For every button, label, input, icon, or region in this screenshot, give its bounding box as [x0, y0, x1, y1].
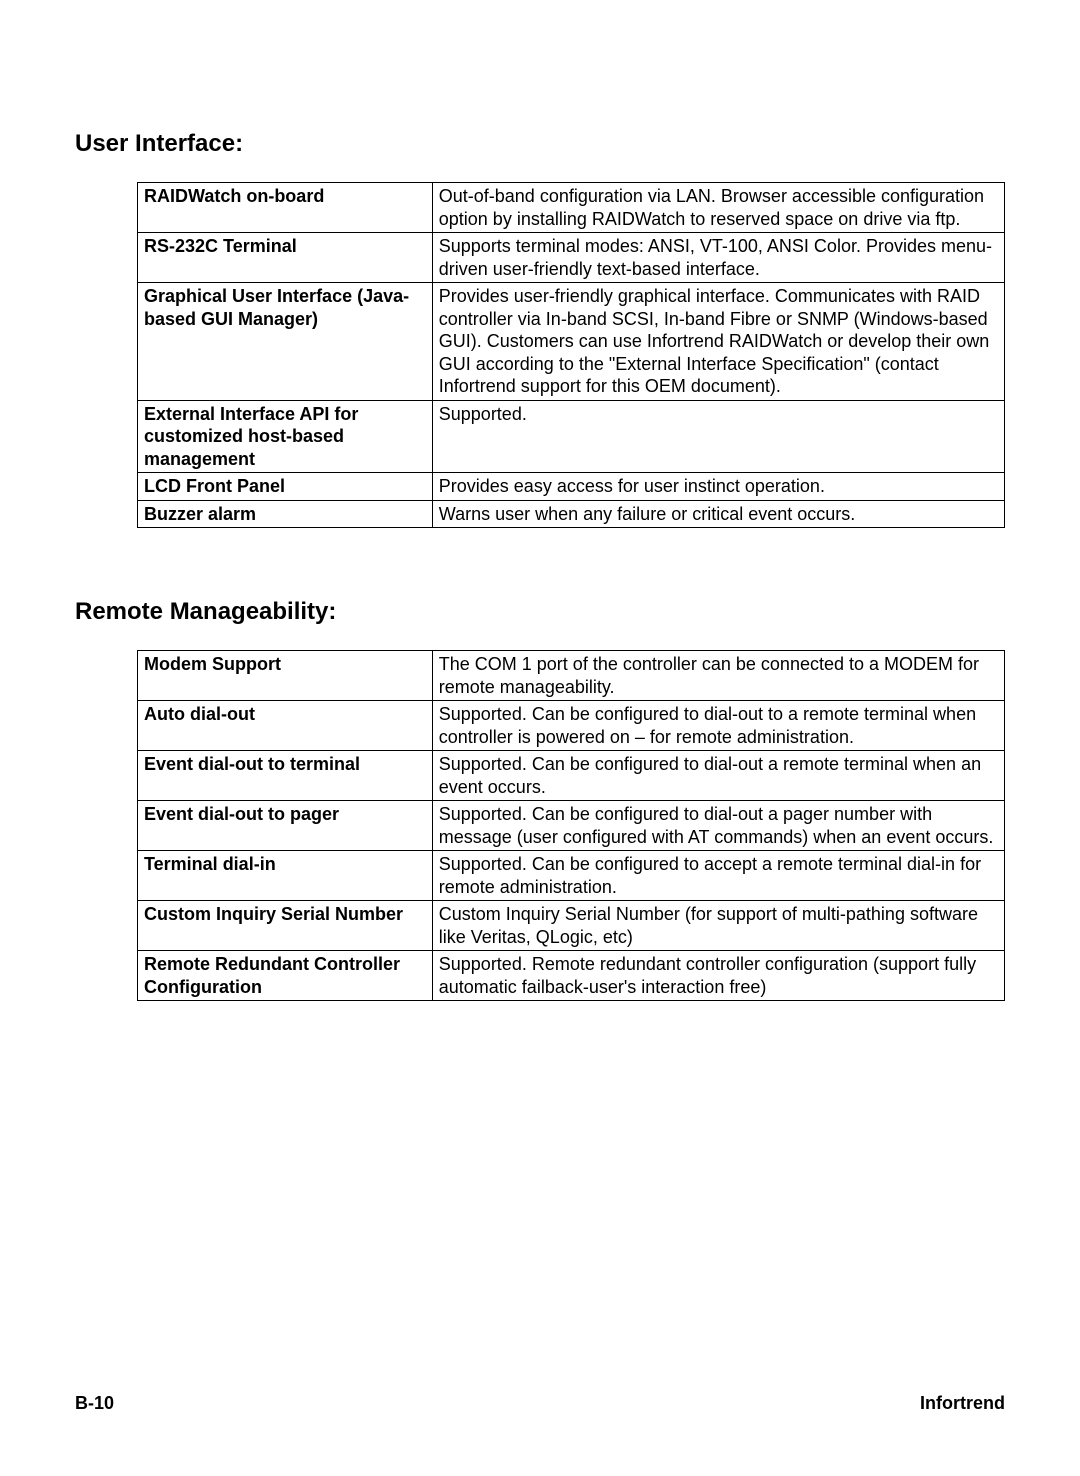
row-label: RAIDWatch on-board	[138, 183, 433, 233]
row-label: RS-232C Terminal	[138, 233, 433, 283]
user-interface-section: User Interface: RAIDWatch on-board Out-o…	[75, 130, 1005, 528]
section-heading: User Interface:	[75, 130, 1005, 158]
row-value: Supported. Can be configured to dial-out…	[432, 701, 1004, 751]
table-row: Event dial-out to pager Supported. Can b…	[138, 801, 1005, 851]
footer-brand: Infortrend	[920, 1393, 1005, 1414]
row-label: Modem Support	[138, 651, 433, 701]
row-label: External Interface API for customized ho…	[138, 400, 433, 473]
footer-page-number: B-10	[75, 1393, 114, 1414]
table-row: Auto dial-out Supported. Can be configur…	[138, 701, 1005, 751]
row-value: Warns user when any failure or critical …	[432, 500, 1004, 528]
user-interface-table: RAIDWatch on-board Out-of-band configura…	[137, 182, 1005, 528]
row-label: Terminal dial-in	[138, 851, 433, 901]
row-label: Graphical User Interface (Java-based GUI…	[138, 283, 433, 401]
table-row: Terminal dial-in Supported. Can be confi…	[138, 851, 1005, 901]
row-label: LCD Front Panel	[138, 473, 433, 501]
table-row: RS-232C Terminal Supports terminal modes…	[138, 233, 1005, 283]
row-value: Supports terminal modes: ANSI, VT-100, A…	[432, 233, 1004, 283]
row-label: Event dial-out to terminal	[138, 751, 433, 801]
row-value: Supported. Remote redundant controller c…	[432, 951, 1004, 1001]
row-value: Custom Inquiry Serial Number (for suppor…	[432, 901, 1004, 951]
row-value: Supported. Can be configured to dial-out…	[432, 801, 1004, 851]
row-value: Supported. Can be configured to accept a…	[432, 851, 1004, 901]
table-row: Graphical User Interface (Java-based GUI…	[138, 283, 1005, 401]
row-value: Supported.	[432, 400, 1004, 473]
table-row: External Interface API for customized ho…	[138, 400, 1005, 473]
page-footer: B-10 Infortrend	[75, 1393, 1005, 1414]
table-row: Remote Redundant Controller Configuratio…	[138, 951, 1005, 1001]
row-label: Remote Redundant Controller Configuratio…	[138, 951, 433, 1001]
table-row: Buzzer alarm Warns user when any failure…	[138, 500, 1005, 528]
remote-manageability-section: Remote Manageability: Modem Support The …	[75, 598, 1005, 1001]
table-row: LCD Front Panel Provides easy access for…	[138, 473, 1005, 501]
row-label: Auto dial-out	[138, 701, 433, 751]
table-row: Modem Support The COM 1 port of the cont…	[138, 651, 1005, 701]
row-label: Event dial-out to pager	[138, 801, 433, 851]
row-value: Provides user-friendly graphical interfa…	[432, 283, 1004, 401]
row-value: Supported. Can be configured to dial-out…	[432, 751, 1004, 801]
row-value: The COM 1 port of the controller can be …	[432, 651, 1004, 701]
row-value: Provides easy access for user instinct o…	[432, 473, 1004, 501]
table-row: Event dial-out to terminal Supported. Ca…	[138, 751, 1005, 801]
table-row: Custom Inquiry Serial Number Custom Inqu…	[138, 901, 1005, 951]
row-label: Custom Inquiry Serial Number	[138, 901, 433, 951]
row-label: Buzzer alarm	[138, 500, 433, 528]
remote-manageability-table: Modem Support The COM 1 port of the cont…	[137, 650, 1005, 1001]
table-row: RAIDWatch on-board Out-of-band configura…	[138, 183, 1005, 233]
section-heading: Remote Manageability:	[75, 598, 1005, 626]
row-value: Out-of-band configuration via LAN. Brows…	[432, 183, 1004, 233]
